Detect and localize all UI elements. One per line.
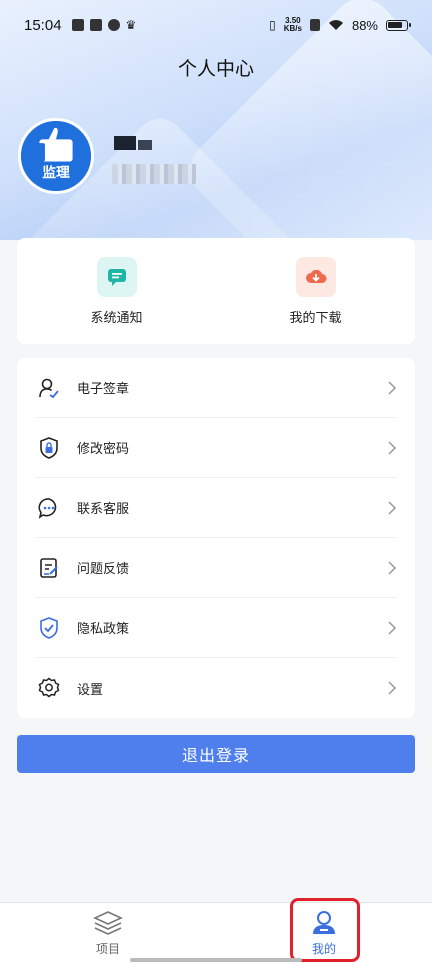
chevron-right-icon — [388, 500, 397, 515]
status-time: 15:04 — [24, 16, 62, 34]
gear-icon — [37, 676, 61, 700]
feedback-icon — [37, 556, 61, 580]
user-info-redacted — [112, 164, 196, 184]
page-title: 个人中心 — [177, 59, 254, 80]
battery-percent: 88% — [351, 17, 378, 33]
net-speed: 3.50 KB/s — [284, 17, 302, 33]
menu-label: 联系客服 — [77, 501, 130, 516]
crown-icon: ♛ — [125, 18, 137, 32]
menu-item-contact-support[interactable]: 联系客服 — [35, 478, 397, 538]
person-icon — [313, 911, 335, 934]
notification-icons: ♛ — [71, 18, 137, 32]
net-speed-unit: KB/s — [283, 24, 302, 33]
chevron-right-icon — [388, 560, 397, 575]
chevron-right-icon — [388, 681, 397, 695]
shield-check-icon — [37, 616, 61, 640]
sim-icon — [309, 19, 320, 31]
logout-button[interactable]: 退出登录 — [17, 735, 415, 773]
menu-item-feedback[interactable]: 问题反馈 — [35, 538, 397, 598]
menu-item-settings[interactable]: 设置 — [35, 658, 397, 718]
chevron-right-icon — [388, 620, 397, 635]
lock-shield-icon — [37, 436, 61, 460]
thumbs-up-icon: 监理 — [21, 121, 91, 191]
quick-action-my-downloads[interactable]: 我的下载 — [216, 238, 415, 344]
tab-projects[interactable]: 项目 — [0, 903, 216, 964]
mail-icon — [71, 19, 84, 31]
tab-label: 我的 — [311, 942, 336, 956]
chat-bubble-icon — [37, 496, 61, 520]
chevron-right-icon — [388, 380, 397, 395]
status-right: ▯ 3.50 KB/s 88% — [269, 17, 411, 33]
username-redacted — [114, 136, 154, 154]
quick-actions-card: 系统通知 我的下载 — [17, 238, 415, 344]
chevron-right-icon — [388, 440, 397, 455]
cloud-download-icon — [295, 256, 336, 297]
menu-item-e-signature[interactable]: 电子签章 — [35, 358, 397, 418]
user-sign-icon — [37, 376, 61, 400]
vibrate-icon: ▯ — [269, 18, 276, 32]
play-icon — [89, 19, 102, 31]
quick-action-system-notice[interactable]: 系统通知 — [17, 238, 216, 344]
bottom-tab-bar: 项目 我的 — [0, 902, 432, 964]
message-icon — [96, 256, 137, 297]
layers-icon — [93, 911, 123, 935]
menu-item-privacy-policy[interactable]: 隐私政策 — [35, 598, 397, 658]
home-indicator[interactable] — [130, 958, 302, 962]
tab-label: 项目 — [95, 942, 120, 956]
menu-label: 隐私政策 — [77, 621, 130, 636]
wifi-icon — [328, 20, 343, 30]
tab-mine[interactable]: 我的 — [216, 903, 432, 964]
status-bar: 15:04 ♛ ▯ 3.50 KB/s 88% — [0, 0, 432, 50]
menu-label: 设置 — [77, 681, 104, 697]
quick-action-label: 系统通知 — [90, 309, 143, 325]
avatar[interactable]: 监理 — [18, 118, 94, 194]
avatar-badge-text: 监理 — [42, 164, 70, 181]
menu-item-change-password[interactable]: 修改密码 — [35, 418, 397, 478]
quick-action-label: 我的下载 — [289, 309, 342, 325]
settings-menu: 电子签章 修改密码 联系客服 问题反馈 隐私政策 设置 — [17, 358, 415, 718]
menu-label: 修改密码 — [77, 441, 130, 456]
menu-label: 问题反馈 — [77, 561, 130, 576]
battery-icon — [386, 19, 411, 31]
link-icon — [107, 19, 120, 31]
menu-label: 电子签章 — [77, 381, 130, 396]
